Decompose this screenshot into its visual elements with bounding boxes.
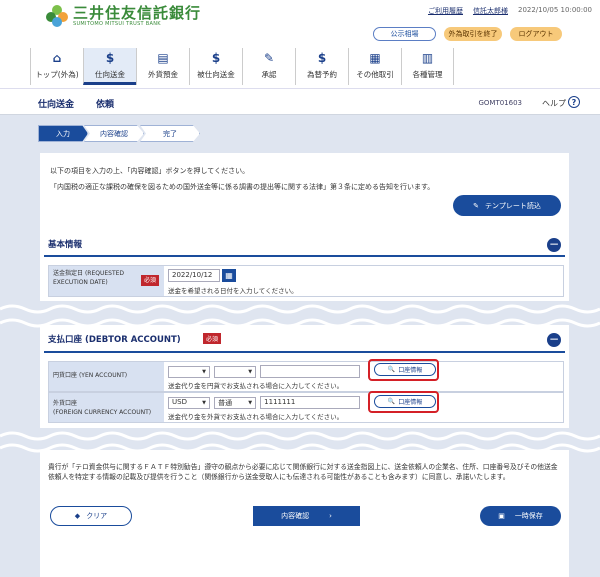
step-complete: 完了 (140, 125, 200, 142)
debtor-account-title: 支払口座 (DEBTOR ACCOUNT) (48, 335, 181, 345)
form-card-basic: 以下の項目を入力の上、「内容確認」ボタンを押してください。 「内国税の適正な課税… (40, 153, 569, 311)
fx-hint: 送金代り金を外貨でお支払される場合に入力してください。 (168, 413, 344, 421)
form-card-footer: 貴行が「テロ資金供与に関するＦＡＴＦ特別勧告」遵守の観点から必要に応じて関係銀行… (40, 450, 569, 577)
yen-account-label: 円貨口座 (YEN ACCOUNT) (49, 362, 164, 391)
page-header: 仕向送金 依頼 GOMT01603 ヘルプ ? (0, 88, 600, 115)
exec-date-hint: 送金を希望される日付を入力してください。 (168, 287, 298, 295)
eraser-icon: ◆ (74, 512, 81, 520)
account-type-select[interactable]: 普通 (214, 396, 257, 409)
login-timestamp: 2022/10/05 10:00:00 (517, 6, 592, 14)
usage-history-link[interactable]: ご利用履歴 (428, 6, 463, 16)
chevron-right-icon: › (329, 512, 332, 520)
fx-end-button[interactable]: 外為取引を終了 (444, 27, 502, 41)
section-divider (44, 255, 565, 257)
main-nav: ⌂ トップ(外為) $ 仕向送金 ▤ 外貨預金 $ 被仕向送金 ✎ 承認 $ 為替予約 ▦ そ… (30, 48, 454, 85)
nav-fx-deposit[interactable]: ▤ 外貨預金 (136, 48, 189, 85)
approve-icon: ✎ (263, 51, 275, 65)
confirm-button[interactable]: 内容確認 › (253, 506, 360, 526)
nav-incoming-remittance[interactable]: $ 被仕向送金 (189, 48, 242, 85)
fatf-notice: 貴行が「テロ資金供与に関するＦＡＴＦ特別勧告」遵守の観点から必要に応じて関係銀行… (48, 463, 558, 481)
fx-account-row: 外貨口座(FOREIGN CURRENCY ACCOUNT) USD 普通 11… (48, 392, 564, 423)
help-icon[interactable]: ? (568, 96, 580, 108)
screen-code: GOMT01603 (478, 99, 522, 107)
yen-branch-select[interactable] (168, 365, 210, 378)
bank-logo[interactable]: 三井住友信託銀行 SUMITOMO MITSUI TRUST BANK (46, 5, 201, 27)
exec-date-label: 送金指定日 (REQUESTED EXECUTION DATE) 必須 (49, 266, 164, 296)
nav-fx-contract[interactable]: $ 為替予約 (295, 48, 348, 85)
temp-save-button[interactable]: ▣ 一時保存 (480, 506, 561, 526)
logo-jp: 三井住友信託銀行 (73, 4, 202, 22)
yen-account-row: 円貨口座 (YEN ACCOUNT) 送金代り金を円貨でお支払される場合に入力し… (48, 361, 564, 392)
home-icon: ⌂ (52, 51, 62, 65)
page-title: 依頼 (96, 100, 115, 110)
calendar-icon[interactable]: ▦ (222, 269, 237, 282)
breadcrumb: 仕向送金 (38, 100, 75, 110)
currency-select[interactable]: USD (168, 396, 210, 409)
yen-account-input[interactable] (260, 365, 361, 378)
section-divider (44, 351, 565, 353)
form-card-debit: 支払口座 (DEBTOR ACCOUNT) 必須 − 円貨口座 (YEN ACC… (40, 325, 569, 435)
progress-steps: 入力 内容確認 完了 (38, 125, 200, 142)
step-confirm: 内容確認 (84, 125, 144, 142)
fx-contract-icon: $ (317, 51, 327, 65)
nav-management[interactable]: ▥ 各種管理 (401, 48, 454, 85)
exec-date-row: 送金指定日 (REQUESTED EXECUTION DATE) 必須 2022… (48, 265, 564, 297)
nav-outgoing-remittance[interactable]: $ 仕向送金 (83, 48, 136, 85)
yen-hint: 送金代り金を円貨でお支払される場合に入力してください。 (168, 382, 344, 390)
logo-mark-icon (46, 5, 68, 27)
nav-other[interactable]: ▦ その他取引 (348, 48, 401, 85)
fx-account-input[interactable]: 1111111 (260, 396, 361, 409)
user-name-link[interactable]: 信託太郎様 (473, 6, 508, 16)
tear-divider (0, 301, 600, 328)
deposit-icon: ▤ (157, 51, 169, 65)
basic-info-title: 基本情報 (48, 240, 83, 250)
required-badge: 必須 (140, 275, 159, 286)
incoming-icon: $ (211, 51, 221, 65)
collapse-icon[interactable]: − (547, 333, 561, 347)
remit-icon: $ (105, 51, 115, 65)
header: 三井住友信託銀行 SUMITOMO MITSUI TRUST BANK ご利用履… (0, 0, 600, 88)
clear-button[interactable]: ◆ クリア (50, 506, 132, 526)
highlight-box (368, 359, 439, 381)
collapse-icon[interactable]: − (547, 238, 561, 252)
yen-type-select[interactable] (214, 365, 257, 378)
rates-button[interactable]: 公示相場 (373, 27, 436, 41)
intro-text: 以下の項目を入力の上、「内容確認」ボタンを押してください。 「内国税の適正な課税… (50, 167, 435, 191)
fx-account-label: 外貨口座 (FOREIGN CURRENCY ACCOUNT) (49, 393, 164, 422)
exec-date-input[interactable]: 2022/10/12 (168, 269, 220, 282)
tear-divider (0, 428, 600, 453)
logout-button[interactable]: ログアウト (510, 27, 562, 41)
other-icon: ▦ (369, 51, 381, 65)
pencil-icon: ✎ (473, 201, 480, 210)
nav-approval[interactable]: ✎ 承認 (242, 48, 295, 85)
required-badge: 必須 (203, 333, 222, 344)
save-icon: ▣ (498, 512, 505, 520)
highlight-box (368, 391, 439, 413)
template-load-button[interactable]: ✎ テンプレート読込 (453, 195, 561, 216)
manage-icon: ▥ (421, 51, 434, 65)
top-links: ご利用履歴 信託太郎様 2022/10/05 10:00:00 (428, 6, 592, 16)
nav-top[interactable]: ⌂ トップ(外為) (30, 48, 83, 85)
help-link[interactable]: ヘルプ (542, 98, 566, 109)
step-input: 入力 (38, 125, 88, 142)
